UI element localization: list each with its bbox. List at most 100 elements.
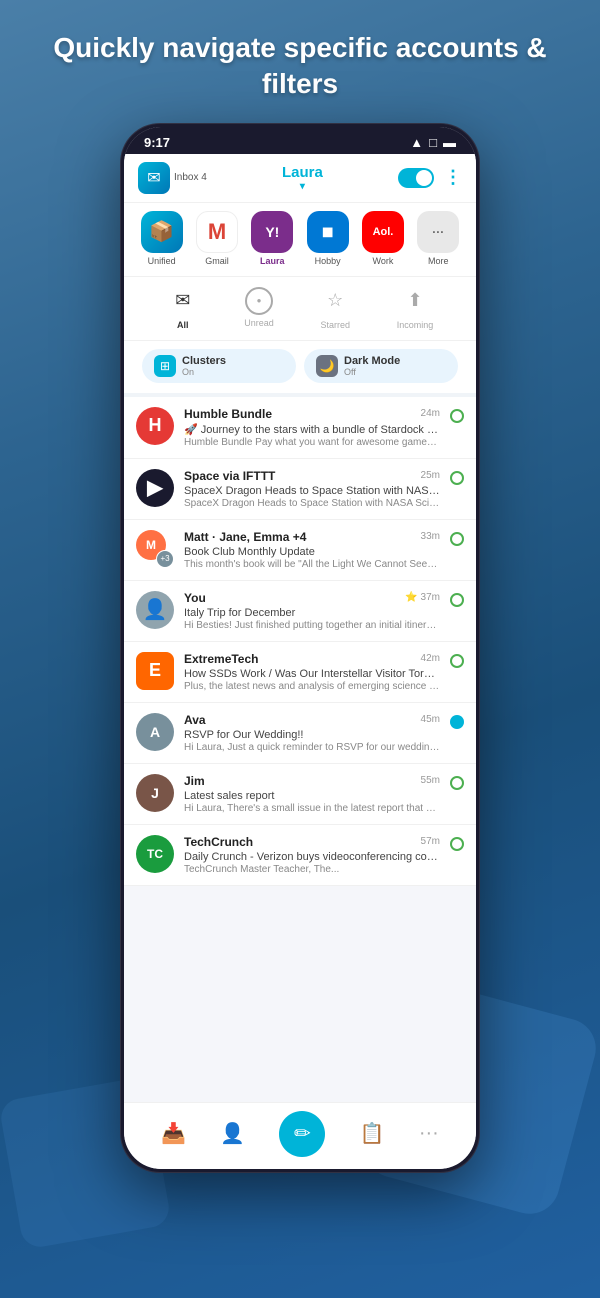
avatar-ava: A — [136, 713, 174, 751]
email-content-matt: Matt · Jane, Emma +4 33m Book Club Month… — [184, 530, 440, 570]
avatar-humble: H — [136, 407, 174, 445]
clusters-icon: ⊞ — [154, 355, 176, 377]
unified-label: Unified — [148, 256, 176, 266]
nav-inbox[interactable]: 📥 — [161, 1121, 186, 1146]
sender-humble: Humble Bundle — [184, 407, 272, 421]
account-hobby[interactable]: ◼ Hobby — [307, 211, 349, 266]
email-item-extreme[interactable]: E ExtremeTech 42m How SSDs Work / Was Ou… — [124, 642, 476, 703]
email-content-extreme: ExtremeTech 42m How SSDs Work / Was Our … — [184, 652, 440, 692]
indicator-ava — [450, 713, 464, 729]
dark-mode-setting[interactable]: 🌙 Dark Mode Off — [304, 349, 458, 383]
nav-more-icon: ··· — [419, 1122, 439, 1145]
nav-compose-button[interactable]: ✏ — [279, 1111, 325, 1157]
sender-extreme: ExtremeTech — [184, 652, 258, 666]
email-header-you: You ⭐ 37m — [184, 591, 440, 605]
email-header-jim: Jim 55m — [184, 774, 440, 788]
time-space: 25m — [421, 470, 440, 481]
nav-more[interactable]: ··· — [419, 1122, 439, 1145]
current-account: Laura — [282, 164, 323, 181]
indicator-you — [450, 591, 464, 607]
unread-dot-humble — [450, 409, 464, 423]
logo-icon: ✉ — [138, 162, 170, 194]
account-laura[interactable]: Y! Laura — [251, 211, 293, 266]
email-item-humble[interactable]: H Humble Bundle 24m 🚀 Journey to the sta… — [124, 397, 476, 459]
laura-icon: Y! — [251, 211, 293, 253]
indicator-tc — [450, 835, 464, 851]
filter-unread-label: Unread — [244, 318, 274, 328]
subject-matt: Book Club Monthly Update — [184, 546, 440, 558]
bottom-nav: 📥 👤 ✏ 📋 ··· — [124, 1102, 476, 1169]
nav-contacts[interactable]: 👤 — [220, 1121, 245, 1146]
clusters-setting[interactable]: ⊞ Clusters On — [142, 349, 296, 383]
filter-unread-icon: ● — [245, 287, 273, 315]
filter-incoming-label: Incoming — [397, 320, 434, 330]
settings-row: ⊞ Clusters On 🌙 Dark Mode Off — [124, 340, 476, 393]
email-content-space: Space via IFTTT 25m SpaceX Dragon Heads … — [184, 469, 440, 509]
hobby-icon: ◼ — [307, 211, 349, 253]
sender-jim: Jim — [184, 774, 205, 788]
toggle-switch[interactable] — [398, 168, 434, 188]
indicator-space — [450, 469, 464, 485]
account-work[interactable]: Aol. Work — [362, 211, 404, 266]
sender-ava: Ava — [184, 713, 206, 727]
unread-dot-jim — [450, 776, 464, 790]
email-header-tc: TechCrunch 57m — [184, 835, 440, 849]
nav-tasks[interactable]: 📋 — [360, 1121, 385, 1146]
avatar-you: 👤 — [136, 591, 174, 629]
subject-extreme: How SSDs Work / Was Our Interstellar Vis… — [184, 668, 440, 680]
preview-jim: Hi Laura, There's a small issue in the l… — [184, 803, 440, 814]
filter-all[interactable]: ✉ All — [167, 285, 199, 330]
menu-dots-icon[interactable]: ⋮ — [444, 167, 462, 188]
unread-dot-ava — [450, 715, 464, 729]
sender-matt: Matt · Jane, Emma +4 — [184, 530, 306, 544]
filter-incoming[interactable]: ⬆ Incoming — [397, 285, 434, 330]
avatar-space: ▶ — [136, 469, 174, 507]
email-content-humble: Humble Bundle 24m 🚀 Journey to the stars… — [184, 407, 440, 448]
wifi-icon: ▲ — [410, 135, 423, 150]
time-extreme: 42m — [421, 653, 440, 664]
unread-dot-extreme — [450, 654, 464, 668]
sender-tc: TechCrunch — [184, 835, 253, 849]
phone-frame: 9:17 ▲ □ ▬ ✉ Inbox 4 Laura ▾ ⋮ — [120, 123, 480, 1173]
email-item-matt[interactable]: M +3 Matt · Jane, Emma +4 33m Book Club … — [124, 520, 476, 581]
app-header: ✉ Inbox 4 Laura ▾ ⋮ — [124, 154, 476, 202]
filter-starred[interactable]: ☆ Starred — [319, 285, 351, 330]
dark-mode-text-group: Dark Mode Off — [344, 355, 400, 377]
account-gmail[interactable]: M Gmail — [196, 211, 238, 266]
filter-row: ✉ All ● Unread ☆ Starred ⬆ Incoming — [124, 276, 476, 340]
hobby-label: Hobby — [315, 256, 341, 266]
preview-matt: This month's book will be "All the Light… — [184, 559, 440, 570]
email-item-jim[interactable]: J Jim 55m Latest sales report Hi Laura, … — [124, 764, 476, 825]
clusters-label: Clusters — [182, 355, 226, 367]
clusters-text-group: Clusters On — [182, 355, 226, 377]
account-unified[interactable]: 📦 Unified — [141, 211, 183, 266]
email-item-you[interactable]: 👤 You ⭐ 37m Italy Trip for December Hi B… — [124, 581, 476, 642]
email-item-ava[interactable]: A Ava 45m RSVP for Our Wedding!! Hi Laur… — [124, 703, 476, 764]
status-time: 9:17 — [144, 135, 170, 150]
clusters-status: On — [182, 367, 226, 377]
page-header: Quickly navigate specific accounts & fil… — [0, 0, 600, 123]
preview-extreme: Plus, the latest news and analysis of em… — [184, 681, 440, 692]
filter-unread[interactable]: ● Unread — [244, 287, 274, 328]
unread-dot-matt — [450, 532, 464, 546]
sim-icon: □ — [429, 135, 437, 150]
battery-icon: ▬ — [443, 135, 456, 150]
email-item-tc[interactable]: TC TechCrunch 57m Daily Crunch - Verizon… — [124, 825, 476, 886]
nav-inbox-icon: 📥 — [161, 1121, 186, 1146]
avatar-matt-badge: +3 — [156, 550, 174, 568]
filter-starred-label: Starred — [320, 320, 350, 330]
time-tc: 57m — [421, 836, 440, 847]
account-icons-row: 📦 Unified M Gmail Y! Laura ◼ Hobby Aol. … — [124, 202, 476, 276]
inbox-badge: Inbox 4 — [174, 172, 207, 183]
dark-mode-status: Off — [344, 367, 400, 377]
account-name-header[interactable]: Laura ▾ — [282, 164, 323, 192]
indicator-matt — [450, 530, 464, 546]
filter-all-icon: ✉ — [167, 285, 199, 317]
header-right: ⋮ — [398, 167, 462, 188]
subject-you: Italy Trip for December — [184, 607, 440, 619]
status-icons: ▲ □ ▬ — [410, 135, 456, 150]
gmail-icon: M — [196, 211, 238, 253]
nav-tasks-icon: 📋 — [360, 1121, 385, 1146]
account-more[interactable]: ··· More — [417, 211, 459, 266]
email-item-space[interactable]: ▶ Space via IFTTT 25m SpaceX Dragon Head… — [124, 459, 476, 520]
